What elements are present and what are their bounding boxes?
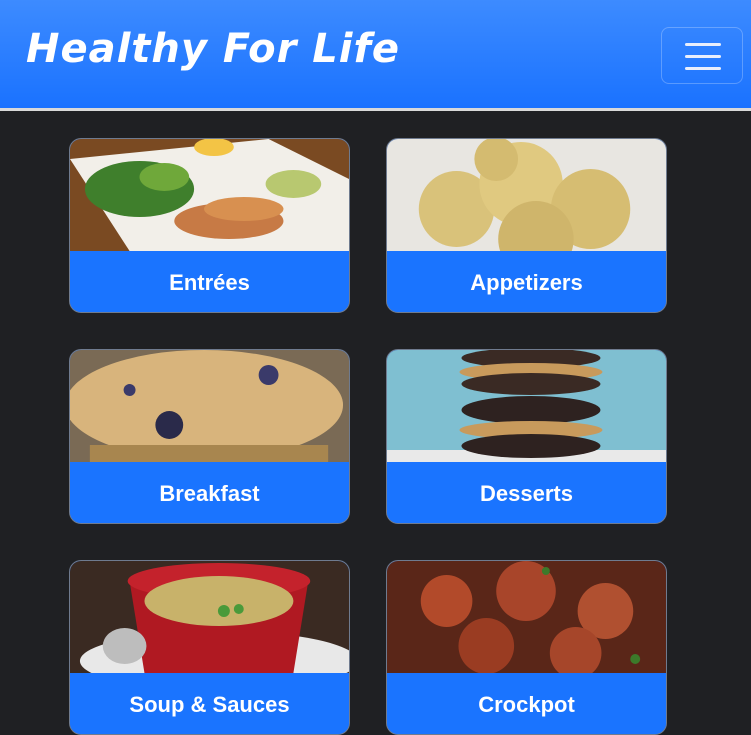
- category-card-breakfast[interactable]: Breakfast: [69, 349, 350, 524]
- category-label: Soup & Sauces: [70, 673, 349, 734]
- cheese-biscuits-photo: [387, 139, 666, 251]
- category-label: Crockpot: [387, 673, 666, 734]
- grilled-fish-salad-photo: [70, 139, 349, 251]
- menu-toggle-button[interactable]: [661, 27, 743, 84]
- chocolate-sandwich-cookies-photo: [387, 350, 666, 462]
- category-card-desserts[interactable]: Desserts: [386, 349, 667, 524]
- crockpot-chili-photo: [387, 561, 666, 673]
- category-card-appetizers[interactable]: Appetizers: [386, 138, 667, 313]
- category-card-crockpot[interactable]: Crockpot: [386, 560, 667, 735]
- hamburger-menu-icon: [685, 43, 721, 46]
- category-card-soup-sauces[interactable]: Soup & Sauces: [69, 560, 350, 735]
- category-label: Breakfast: [70, 462, 349, 523]
- category-label: Appetizers: [387, 251, 666, 312]
- hamburger-bar: [685, 67, 721, 70]
- hamburger-bar: [685, 55, 721, 58]
- brand-title[interactable]: Healthy For Life: [26, 26, 400, 72]
- category-label: Desserts: [387, 462, 666, 523]
- blueberry-muffin-photo: [70, 350, 349, 462]
- creamy-soup-cup-photo: [70, 561, 349, 673]
- category-label: Entrées: [70, 251, 349, 312]
- navbar: Healthy For Life: [0, 0, 751, 111]
- category-card-entrees[interactable]: Entrées: [69, 138, 350, 313]
